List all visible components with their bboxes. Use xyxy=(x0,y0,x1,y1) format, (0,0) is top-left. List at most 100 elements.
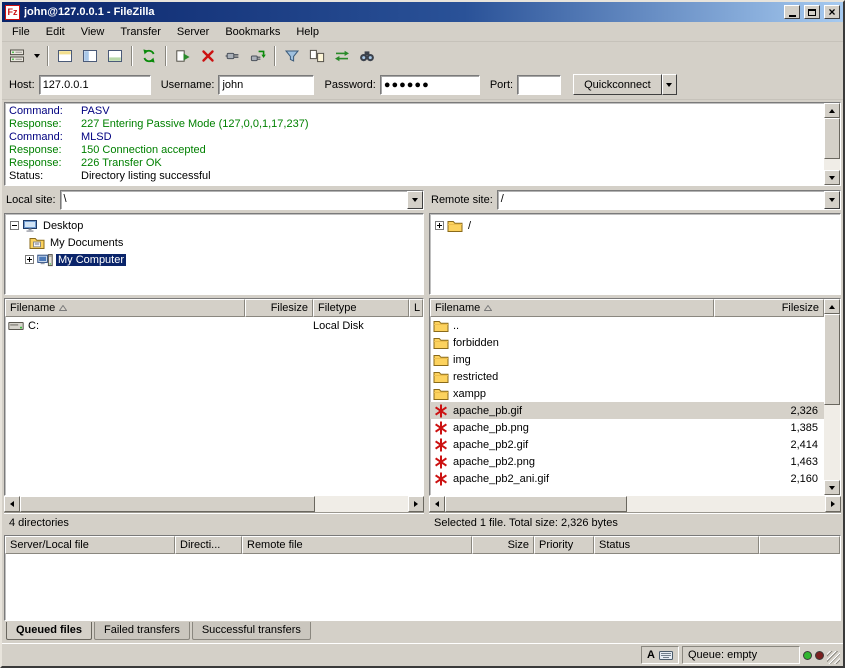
toggle-transfer-queue-button[interactable] xyxy=(103,44,127,68)
disconnect-button[interactable] xyxy=(221,44,245,68)
scrollbar-thumb[interactable] xyxy=(824,118,840,159)
file-name: apache_pb.png xyxy=(449,422,714,434)
menu-help[interactable]: Help xyxy=(288,24,327,40)
scroll-up-button[interactable] xyxy=(824,299,840,314)
maximize-button[interactable] xyxy=(804,5,820,19)
find-files-button[interactable] xyxy=(355,44,379,68)
scrollbar-track[interactable] xyxy=(824,118,840,170)
scrollbar-track[interactable] xyxy=(20,496,408,512)
local-site-dropdown[interactable] xyxy=(407,191,423,209)
remote-vertical-scrollbar[interactable] xyxy=(824,299,840,495)
scrollbar-track[interactable] xyxy=(445,496,825,512)
port-input[interactable] xyxy=(517,75,561,95)
column-filesize[interactable]: Filesize xyxy=(245,299,313,317)
expand-icon[interactable] xyxy=(435,221,444,230)
menu-file[interactable]: File xyxy=(4,24,38,40)
scroll-left-button[interactable] xyxy=(429,496,445,512)
refresh-button[interactable] xyxy=(137,44,161,68)
menu-view[interactable]: View xyxy=(73,24,113,40)
scroll-right-button[interactable] xyxy=(408,496,424,512)
remote-file-row[interactable]: forbidden xyxy=(430,334,824,351)
column-direction[interactable]: Directi... xyxy=(175,536,242,554)
resize-grip[interactable] xyxy=(827,651,840,664)
column-filename[interactable]: Filename xyxy=(5,299,245,317)
remote-file-row[interactable]: img xyxy=(430,351,824,368)
menu-transfer[interactable]: Transfer xyxy=(112,24,169,40)
scrollbar-thumb[interactable] xyxy=(20,496,315,512)
tree-item-desktop[interactable]: Desktop xyxy=(7,217,421,234)
remote-horizontal-scrollbar[interactable] xyxy=(429,496,841,512)
scroll-right-button[interactable] xyxy=(825,496,841,512)
column-priority[interactable]: Priority xyxy=(534,536,594,554)
filter-icon xyxy=(284,48,300,64)
filter-button[interactable] xyxy=(280,44,304,68)
site-manager-button[interactable] xyxy=(5,44,29,68)
log-text: PASV xyxy=(81,105,110,118)
tab-queued-files[interactable]: Queued files xyxy=(6,622,92,640)
reconnect-button[interactable] xyxy=(246,44,270,68)
column-filetype[interactable]: Filetype xyxy=(313,299,409,317)
remote-file-row[interactable]: restricted xyxy=(430,368,824,385)
scroll-up-button[interactable] xyxy=(824,103,840,118)
log-scrollbar[interactable] xyxy=(824,103,840,185)
password-input[interactable] xyxy=(380,75,480,95)
log-label: Response: xyxy=(9,118,81,131)
compare-directories-button[interactable] xyxy=(305,44,329,68)
host-input[interactable] xyxy=(39,75,151,95)
file-name: xampp xyxy=(449,388,714,400)
remote-file-row-selected[interactable]: apache_pb.gif 2,326 xyxy=(430,402,824,419)
local-file-rows: C: Local Disk xyxy=(5,317,423,495)
local-file-row[interactable]: C: Local Disk xyxy=(5,317,423,334)
site-manager-dropdown[interactable] xyxy=(30,44,43,68)
remote-site-combo[interactable]: / xyxy=(497,190,841,210)
collapse-icon[interactable] xyxy=(10,221,19,230)
column-filename[interactable]: Filename xyxy=(430,299,714,317)
chevron-down-icon xyxy=(829,198,835,202)
tab-failed-transfers[interactable]: Failed transfers xyxy=(94,622,190,640)
menu-edit[interactable]: Edit xyxy=(38,24,73,40)
column-filesize[interactable]: Filesize xyxy=(714,299,824,317)
menu-server[interactable]: Server xyxy=(169,24,217,40)
tree-item-my-documents[interactable]: My Documents xyxy=(7,234,421,251)
username-input[interactable] xyxy=(218,75,314,95)
cancel-operation-button[interactable] xyxy=(196,44,220,68)
column-server-local-file[interactable]: Server/Local file xyxy=(5,536,175,554)
column-status[interactable]: Status xyxy=(594,536,759,554)
arrow-right-icon xyxy=(414,501,418,507)
file-name: .. xyxy=(449,320,714,332)
tab-successful-transfers[interactable]: Successful transfers xyxy=(192,622,311,640)
remote-site-dropdown[interactable] xyxy=(824,191,840,209)
remote-file-row[interactable]: xampp xyxy=(430,385,824,402)
synchronized-browsing-button[interactable] xyxy=(330,44,354,68)
scroll-left-button[interactable] xyxy=(4,496,20,512)
scroll-down-button[interactable] xyxy=(824,170,840,185)
remote-file-row[interactable]: apache_pb2.png 1,463 xyxy=(430,453,824,470)
toggle-message-log-button[interactable] xyxy=(53,44,77,68)
column-remote-file[interactable]: Remote file xyxy=(242,536,472,554)
toggle-directory-trees-button[interactable] xyxy=(78,44,102,68)
quickconnect-button[interactable]: Quickconnect xyxy=(573,74,662,95)
title-bar[interactable]: john@127.0.0.1 - FileZilla xyxy=(2,2,843,22)
minimize-button[interactable] xyxy=(784,5,800,19)
scrollbar-thumb[interactable] xyxy=(445,496,627,512)
scrollbar-thumb[interactable] xyxy=(824,314,840,405)
process-queue-button[interactable] xyxy=(171,44,195,68)
expand-icon[interactable] xyxy=(25,255,34,264)
column-last-modified[interactable]: L xyxy=(409,299,423,317)
remote-file-row[interactable]: apache_pb.png 1,385 xyxy=(430,419,824,436)
queue-list[interactable] xyxy=(5,554,840,620)
menu-bookmarks[interactable]: Bookmarks xyxy=(217,24,288,40)
column-size[interactable]: Size xyxy=(472,536,534,554)
sync-browse-icon xyxy=(334,48,350,64)
remote-file-row[interactable]: apache_pb2_ani.gif 2,160 xyxy=(430,470,824,487)
tree-item-my-computer[interactable]: My Computer xyxy=(7,251,421,268)
tree-item-root[interactable]: / xyxy=(432,217,838,234)
quickconnect-dropdown[interactable] xyxy=(662,74,677,95)
scroll-down-button[interactable] xyxy=(824,480,840,495)
remote-file-row[interactable]: apache_pb2.gif 2,414 xyxy=(430,436,824,453)
close-button[interactable] xyxy=(824,5,840,19)
local-horizontal-scrollbar[interactable] xyxy=(4,496,424,512)
local-site-combo[interactable]: \ xyxy=(60,190,424,210)
scrollbar-track[interactable] xyxy=(824,314,840,480)
remote-file-row[interactable]: .. xyxy=(430,317,824,334)
